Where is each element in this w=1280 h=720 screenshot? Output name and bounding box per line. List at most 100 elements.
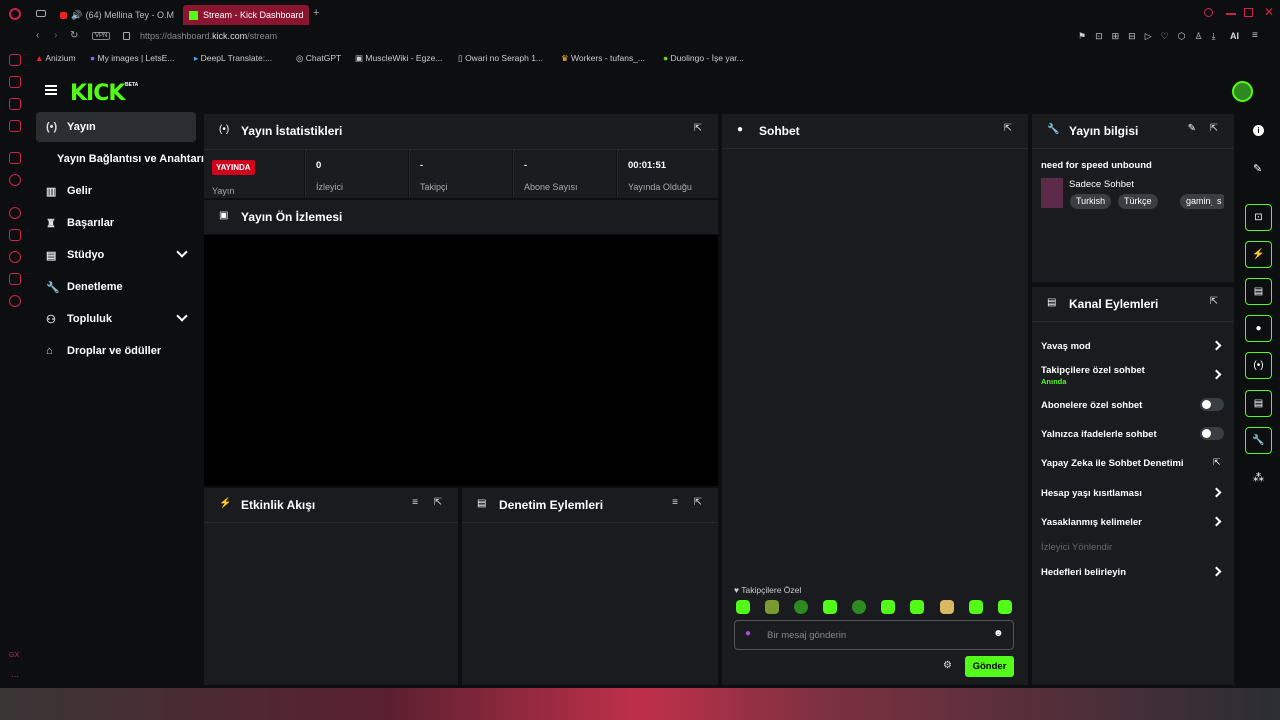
rail-button-tools[interactable]: 🔧 <box>1245 427 1272 454</box>
nav-item-drops[interactable]: ⌂ Droplar ve ödüller <box>36 336 196 366</box>
sidebar-app-icon[interactable] <box>9 76 21 88</box>
expand-icon[interactable]: ⇱ <box>1004 123 1012 134</box>
maximize-button[interactable] <box>1244 8 1253 17</box>
bookmark-item[interactable]: ● Duolingo - İşe yar... <box>663 53 744 63</box>
action-ai-moderation[interactable]: Yapay Zeka ile Sohbet Denetimi <box>1041 458 1184 469</box>
tab-islands-icon[interactable] <box>36 10 46 17</box>
chat-settings-icon[interactable]: ⚙ <box>943 660 952 671</box>
expand-icon[interactable]: ⇱ <box>1210 296 1218 307</box>
settings-icon[interactable] <box>9 295 21 307</box>
sidebar-app-icon[interactable] <box>9 120 21 132</box>
emote-icon[interactable] <box>794 600 808 614</box>
users-icon: ⚇ <box>46 314 56 326</box>
twitch-icon[interactable] <box>9 152 21 164</box>
action-banned-words[interactable]: Yasaklanmış kelimeler <box>1041 517 1142 528</box>
chat-placeholder: Bir mesaj gönderin <box>767 630 847 641</box>
action-slow-mode[interactable]: Yavaş mod <box>1041 341 1091 352</box>
expand-icon[interactable]: ⇱ <box>1210 123 1218 134</box>
search-icon[interactable] <box>1204 8 1213 17</box>
emote-icon[interactable] <box>823 600 837 614</box>
menu-icon[interactable]: ≡ <box>1252 30 1258 41</box>
kick-logo[interactable]: KICK <box>70 81 125 106</box>
emote-icon[interactable] <box>852 600 866 614</box>
filter-icon[interactable]: ≡ <box>672 497 678 508</box>
vpn-badge[interactable]: VPN <box>92 32 111 40</box>
bookmark-item[interactable]: ▯ Owari no Seraph 1... <box>458 53 543 64</box>
chevron-down-icon[interactable] <box>176 246 188 258</box>
rail-button-activity[interactable]: ⚡ <box>1245 241 1272 268</box>
chevron-down-icon[interactable] <box>176 310 188 322</box>
nav-item-studio[interactable]: ▤ Stüdyo <box>36 240 196 270</box>
reload-button[interactable]: ↻ <box>70 30 78 41</box>
tab-youtube[interactable]: 🔊 (64) Mellina Tey - O.M <box>54 5 174 25</box>
more-widgets-icon[interactable]: ⁂ <box>1253 471 1264 484</box>
bookmark-item[interactable]: ● My images | LetsE... <box>90 53 174 63</box>
expand-icon[interactable]: ⇱ <box>694 123 702 134</box>
microphone-icon[interactable]: ● <box>745 628 751 639</box>
player-icon[interactable] <box>9 207 21 219</box>
new-tab-button[interactable]: + <box>313 7 319 19</box>
nav-item-achievements[interactable]: ♜ Başarılar <box>36 208 196 238</box>
action-account-age[interactable]: Hesap yaşı kısıtlaması <box>1041 488 1142 499</box>
emote-icon[interactable] <box>910 600 924 614</box>
external-link-icon[interactable]: ⇱ <box>1213 457 1221 468</box>
opera-logo-icon[interactable] <box>9 8 21 20</box>
subscribers-only-toggle[interactable] <box>1200 398 1224 411</box>
messenger-icon[interactable] <box>9 54 21 66</box>
emote-icon[interactable] <box>881 600 895 614</box>
bookmark-item[interactable]: ♛ Workers - tufans_... <box>561 53 645 64</box>
emote-icon[interactable] <box>736 600 750 614</box>
bookmark-item[interactable]: ▲ Anizium <box>35 53 76 63</box>
nav-item-revenue[interactable]: ▥ Gelir <box>36 176 196 206</box>
tag[interactable]: Türkçe <box>1118 194 1158 209</box>
more-icon[interactable]: ⋯ <box>11 672 19 681</box>
toolbar-icons[interactable]: ⚑⊡⊞⊟▷♡⬡♙⤓ <box>1078 31 1225 42</box>
url-field[interactable]: https://dashboard.kick.com/stream <box>140 31 277 41</box>
extensions-icon[interactable] <box>9 273 21 285</box>
emote-icon[interactable] <box>969 600 983 614</box>
emote-icon[interactable] <box>765 600 779 614</box>
hamburger-menu-icon[interactable] <box>45 85 57 95</box>
emotes-only-toggle[interactable] <box>1200 427 1224 440</box>
expand-icon[interactable]: ⇱ <box>694 497 702 508</box>
sidebar-app-icon[interactable] <box>9 98 21 110</box>
expand-icon[interactable]: ⇱ <box>434 497 442 508</box>
sidebar-app-icon[interactable] <box>9 229 21 241</box>
avatar[interactable] <box>1232 81 1253 102</box>
nav-item-community[interactable]: ⚇ Topluluk <box>36 304 196 334</box>
tag[interactable]: s <box>1211 194 1224 209</box>
emoji-icon[interactable]: ☻ <box>993 628 1004 639</box>
minimize-button[interactable] <box>1226 13 1236 15</box>
back-button[interactable]: ‹ <box>36 30 39 41</box>
info-icon[interactable]: i <box>1253 125 1264 136</box>
nav-item-stream[interactable]: (•) Yayın <box>36 112 196 142</box>
action-set-goals[interactable]: Hedefleri belirleyin <box>1041 567 1126 578</box>
bookmark-item[interactable]: ▣ MuscleWiki - Egze... <box>355 53 442 64</box>
rail-button-focus[interactable]: ⊡ <box>1245 204 1272 231</box>
pencil-icon[interactable]: ✎ <box>1253 162 1262 175</box>
bookmark-item[interactable]: ◎ ChatGPT <box>296 53 341 64</box>
bookmark-item[interactable]: ▸ DeepL Translate:... <box>194 53 272 64</box>
tag[interactable]: Turkish <box>1070 194 1112 209</box>
nav-item-stream-key[interactable]: Yayın Bağlantısı ve Anahtarı <box>36 144 204 174</box>
stream-preview-video[interactable] <box>204 235 718 486</box>
emote-icon[interactable] <box>998 600 1012 614</box>
rail-button-channel[interactable]: ▤ <box>1245 390 1272 417</box>
send-button[interactable]: Gönder <box>965 656 1014 677</box>
ai-button[interactable]: AI <box>1230 31 1239 41</box>
sidebar-app-icon[interactable] <box>9 174 21 186</box>
deepl-icon: ▸ <box>194 53 199 63</box>
edit-icon[interactable]: ✎ <box>1188 123 1196 134</box>
nav-item-moderation[interactable]: 🔧 Denetleme <box>36 272 196 302</box>
close-button[interactable]: ✕ <box>1264 5 1274 19</box>
rail-button-moderation[interactable]: ▤ <box>1245 278 1272 305</box>
filter-icon[interactable]: ≡ <box>412 497 418 508</box>
rail-button-stream[interactable]: (•) <box>1245 352 1272 379</box>
tab-kick-dashboard[interactable]: Stream - Kick Dashboard <box>183 5 309 25</box>
action-followers-only[interactable]: Takipçilere özel sohbet <box>1041 365 1145 376</box>
rail-button-chat[interactable]: ● <box>1245 315 1272 342</box>
chat-input[interactable]: ● Bir mesaj gönderin ☻ <box>734 620 1014 650</box>
forward-button[interactable]: › <box>54 30 57 41</box>
history-icon[interactable] <box>9 251 21 263</box>
emote-icon[interactable] <box>940 600 954 614</box>
